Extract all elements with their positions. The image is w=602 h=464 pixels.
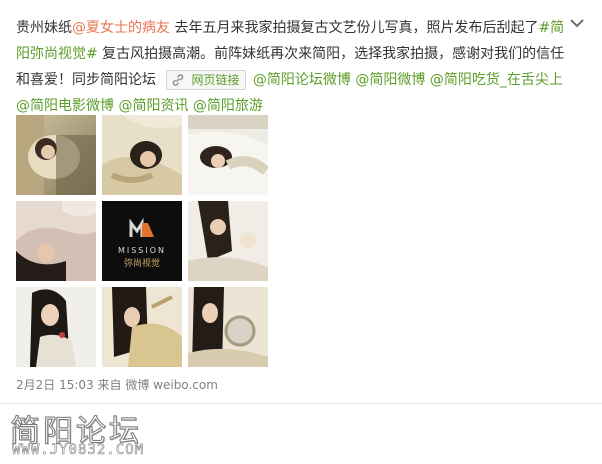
mention-jianyang-forum-weibo[interactable]: @简阳论坛微博 bbox=[253, 72, 351, 88]
post-meta: 2月2日 15:03 来自 微博 weibo.com bbox=[16, 376, 218, 393]
web-link-button[interactable]: 网页链接 bbox=[166, 70, 247, 90]
photo-thumbnail-5-logo[interactable]: MISSION 弥尚视觉 bbox=[102, 201, 182, 281]
photo-thumbnail-4[interactable] bbox=[16, 201, 96, 281]
weibo-post-card: 贵州妹纸@夏女士的病友 去年五月来我家拍摄复古文艺份儿写真，照片发布后刮起了#简… bbox=[0, 0, 602, 404]
web-link-label: 网页链接 bbox=[191, 73, 240, 87]
post-text-part-1: 去年五月来我家拍摄复古文艺份儿写真，照片发布后刮起了 bbox=[170, 20, 539, 36]
watermark: 简阳论坛 WWW.JY0832.COM bbox=[10, 404, 210, 462]
mention-jianyang-travel[interactable]: @简阳旅游 bbox=[193, 98, 263, 114]
post-text: 贵州妹纸@夏女士的病友 去年五月来我家拍摄复古文艺份儿写真，照片发布后刮起了#简… bbox=[16, 15, 566, 119]
logo-text: MISSION bbox=[118, 246, 166, 255]
mention-jianyang-weibo[interactable]: @简阳微博 bbox=[355, 72, 425, 88]
mention-link[interactable]: @夏女士的病友 bbox=[72, 20, 170, 36]
photo-grid: MISSION 弥尚视觉 bbox=[16, 115, 270, 367]
photo-thumbnail-1[interactable] bbox=[16, 115, 96, 195]
post-source[interactable]: 微博 weibo.com bbox=[125, 378, 218, 392]
mention-jianyang-news[interactable]: @简阳资讯 bbox=[118, 98, 188, 114]
photo-thumbnail-8[interactable] bbox=[102, 287, 182, 367]
post-from-label: 来自 bbox=[97, 378, 122, 392]
post-date[interactable]: 2月2日 15:03 bbox=[16, 378, 94, 392]
author-prefix: 贵州妹纸 bbox=[16, 20, 72, 36]
photo-thumbnail-2[interactable] bbox=[102, 115, 182, 195]
photo-thumbnail-6[interactable] bbox=[188, 201, 268, 281]
link-icon bbox=[171, 73, 185, 87]
mention-jianyang-movie-weibo[interactable]: @简阳电影微博 bbox=[16, 98, 114, 114]
watermark-url: WWW.JY0832.COM bbox=[12, 442, 145, 459]
logo-subtext: 弥尚视觉 bbox=[124, 257, 160, 269]
mention-jianyang-foodie[interactable]: @简阳吃货_在舌尖上 bbox=[430, 72, 563, 88]
photo-thumbnail-3[interactable] bbox=[188, 115, 268, 195]
chevron-down-icon[interactable] bbox=[568, 14, 586, 32]
photo-thumbnail-9[interactable] bbox=[188, 287, 268, 367]
photo-thumbnail-7[interactable] bbox=[16, 287, 96, 367]
